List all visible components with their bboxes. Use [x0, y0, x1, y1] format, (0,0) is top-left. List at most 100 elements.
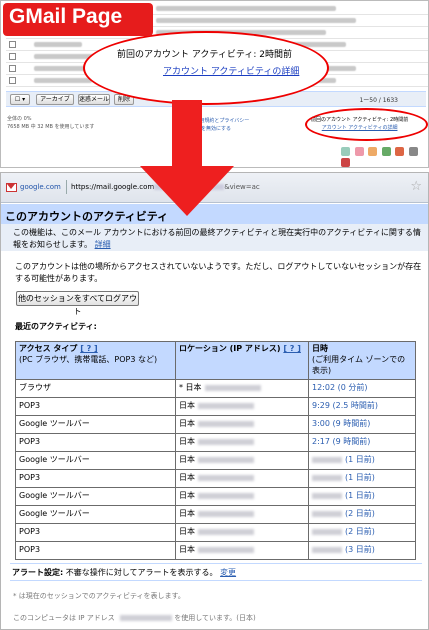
cell-access-type: POP3	[15, 433, 176, 452]
location-text: 日本	[179, 491, 195, 500]
cell-datetime: (1 日前)	[308, 451, 416, 470]
storage-info: 全体の 0% 7658 MB 中 32 MB を使用しています	[7, 115, 94, 131]
table-row: Google ツールバー 日本 3:00 (9 時間前)	[15, 415, 416, 434]
location-text: 日本	[179, 527, 195, 536]
activity-table: アクセス タイプ [ ? ] (PC ブラウザ、携帯電話、POP3 など) ロケ…	[15, 341, 416, 560]
cell-location: 日本	[175, 451, 309, 470]
cell-access-type: Google ツールバー	[15, 451, 176, 470]
alert-text: 不審な操作に対してアラートを表示する。	[65, 568, 218, 577]
banner-label: GMail Page	[9, 5, 123, 28]
alert-change-link[interactable]: 変更	[220, 568, 236, 577]
gmail-inbox-screenshot: ☐ ▾ アーカイブ 迷惑メール 削除 1ー50 / 1633 全体の 0% 76…	[0, 0, 429, 168]
table-row: POP3 日本 (3 日前)	[15, 541, 416, 560]
header-access-type: アクセス タイプ [ ? ] (PC ブラウザ、携帯電話、POP3 など)	[15, 341, 176, 380]
cell-access-type: POP3	[15, 523, 176, 542]
logout-other-sessions-button[interactable]: 他のセッションをすべてログアウト	[16, 291, 139, 316]
location-text: 日本	[179, 455, 195, 464]
details-link[interactable]: 詳細	[95, 240, 111, 249]
table-row: Google ツールバー 日本 (1 日前)	[15, 451, 416, 470]
location-help-link[interactable]: [ ? ]	[283, 344, 301, 353]
cell-datetime: (2 日前)	[308, 523, 416, 542]
cell-location: 日本	[175, 415, 309, 434]
time-text: 9:29 (2.5 時間前)	[312, 401, 379, 410]
cell-access-type: POP3	[15, 397, 176, 416]
highlight-ellipse	[305, 108, 428, 141]
select-dropdown[interactable]: ☐ ▾	[10, 94, 30, 105]
ip-suffix: を使用しています。(日本)	[174, 614, 256, 622]
header-access-type-sub: (PC ブラウザ、携帯電話、POP3 など)	[19, 355, 158, 364]
ip-redacted	[198, 546, 254, 553]
cell-datetime: 3:00 (9 時間前)	[308, 415, 416, 434]
status-icons	[341, 147, 428, 167]
storage-percent: 全体の 0%	[7, 116, 32, 122]
cell-location: 日本	[175, 505, 309, 524]
row-checkbox[interactable]	[9, 53, 16, 60]
table-row: ブラウザ * 日本 12:02 (0 分前)	[15, 379, 416, 398]
cell-access-type: Google ツールバー	[15, 415, 176, 434]
cell-access-type: POP3	[15, 469, 176, 488]
location-text: * 日本	[179, 383, 202, 392]
archive-button[interactable]: アーカイブ	[36, 94, 74, 105]
location-text: 日本	[179, 473, 195, 482]
time-text: (3 日前)	[345, 545, 375, 554]
cell-datetime: (2 日前)	[308, 505, 416, 524]
location-text: 日本	[179, 545, 195, 554]
cell-datetime: 9:29 (2.5 時間前)	[308, 397, 416, 416]
ip-redacted	[198, 528, 254, 535]
cell-datetime: (1 日前)	[308, 469, 416, 488]
bookmark-star-icon[interactable]: ☆	[410, 179, 422, 194]
ip-redacted	[198, 510, 254, 517]
row-checkbox[interactable]	[9, 41, 16, 48]
cell-access-type: Google ツールバー	[15, 505, 176, 524]
gmail-favicon-icon	[6, 183, 17, 192]
date-redacted	[312, 528, 342, 535]
time-text: (2 日前)	[345, 509, 375, 518]
header-datetime-sub: (ご利用タイム ゾーンでの表示)	[312, 355, 406, 375]
date-redacted	[312, 510, 342, 517]
cell-location: 日本	[175, 487, 309, 506]
ip-redacted	[198, 492, 254, 499]
status-icon	[408, 147, 418, 156]
ip-redacted	[204, 384, 261, 391]
status-icon	[381, 147, 391, 156]
header-location: ロケーション (IP アドレス) [ ? ]	[175, 341, 309, 380]
cell-access-type: POP3	[15, 541, 176, 560]
cell-access-type: Google ツールバー	[15, 487, 176, 506]
description-text: この機能は、このメール アカウントにおける前回の最終アクティビティと現在実行中の…	[13, 228, 421, 249]
cell-location: 日本	[175, 397, 309, 416]
date-redacted	[312, 546, 342, 553]
table-row: POP3 日本 (2 日前)	[15, 523, 416, 542]
arrow-shaft	[172, 100, 202, 168]
status-icon	[341, 147, 350, 156]
table-row: POP3 日本 (1 日前)	[15, 469, 416, 488]
alert-settings: アラート設定: 不審な操作に対してアラートを表示する。 変更	[10, 563, 422, 581]
callout-last-activity: 前回のアカウント アクティビティ: 2時間前	[117, 50, 292, 60]
date-redacted	[312, 456, 342, 463]
status-icon	[368, 147, 378, 156]
location-text: 日本	[179, 419, 195, 428]
row-checkbox[interactable]	[9, 65, 16, 72]
site-identity[interactable]: google.com	[20, 183, 61, 191]
time-text: (1 日前)	[345, 455, 375, 464]
recent-activity-label: 最近のアクティビティ:	[15, 322, 97, 331]
row-checkbox[interactable]	[9, 77, 16, 84]
session-notice: このアカウントは他の場所からアクセスされていないようです。ただし、ログアウトして…	[15, 262, 422, 283]
cell-location: * 日本	[175, 379, 309, 398]
time-text: (1 日前)	[345, 491, 375, 500]
ip-redacted	[198, 474, 254, 481]
access-type-help-link[interactable]: [ ? ]	[80, 344, 98, 353]
table-row: POP3 日本 9:29 (2.5 時間前)	[15, 397, 416, 416]
spam-button[interactable]: 迷惑メール	[78, 94, 110, 105]
ip-prefix: このコンピュータは IP アドレス	[13, 614, 115, 622]
date-redacted	[312, 474, 342, 481]
ip-redacted	[119, 615, 172, 621]
status-icon	[354, 147, 364, 156]
callout-details-link[interactable]: アカウント アクティビティの詳細	[163, 64, 299, 77]
header-location-label: ロケーション (IP アドレス)	[179, 344, 281, 353]
pager: 1ー50 / 1633	[359, 97, 398, 104]
location-text: 日本	[179, 437, 195, 446]
ip-redacted	[198, 402, 254, 409]
cell-datetime: (3 日前)	[308, 541, 416, 560]
cell-location: 日本	[175, 541, 309, 560]
time-text: (1 日前)	[345, 473, 375, 482]
